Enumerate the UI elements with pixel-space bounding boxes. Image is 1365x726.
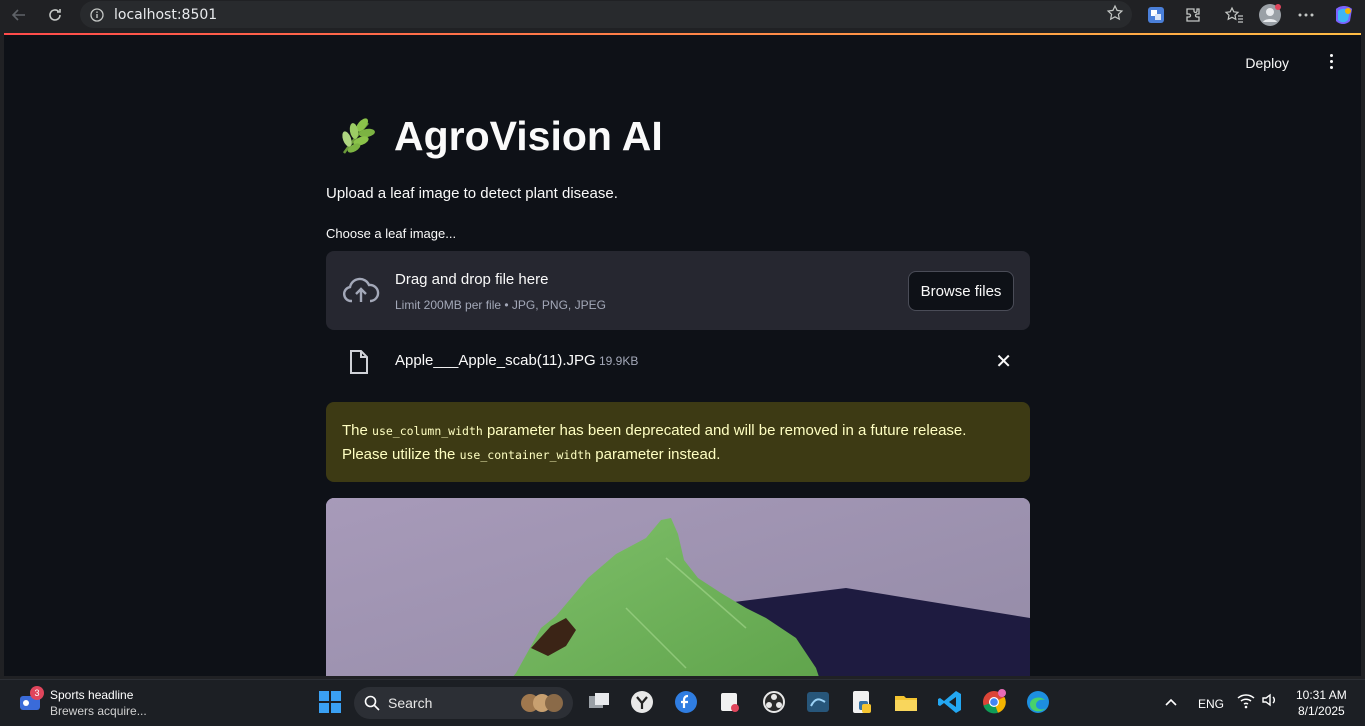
file-size: 19.9KB [599, 354, 639, 368]
uploader-label: Choose a leaf image... [326, 226, 457, 241]
reload-icon[interactable] [42, 2, 68, 28]
favorites-icon[interactable] [1224, 0, 1244, 30]
taskbar-search[interactable]: Search [354, 687, 573, 719]
app-subtitle: Upload a leaf image to detect plant dise… [326, 185, 618, 202]
remove-file-icon[interactable]: ✕ [995, 352, 1012, 372]
obs-icon[interactable] [760, 688, 788, 716]
mysql-workbench-icon[interactable] [804, 688, 832, 716]
warning-text-1: The [342, 422, 373, 439]
bookmark-star-icon[interactable] [1106, 4, 1124, 27]
herb-icon [342, 117, 375, 154]
uploaded-file-row: Apple___Apple_scab(11).JPG 19.9KB ✕ [326, 343, 1030, 383]
volume-icon[interactable] [1260, 690, 1288, 718]
info-icon [90, 7, 104, 22]
main-menu-icon[interactable] [1323, 51, 1339, 71]
dropzone-title: Drag and drop file here [395, 271, 549, 288]
search-placeholder: Search [388, 695, 433, 711]
app-title: AgroVision AI [394, 113, 663, 159]
file-icon [350, 350, 368, 374]
news-badge: 3 [30, 686, 44, 700]
profile-avatar-icon[interactable] [1258, 0, 1282, 30]
warning-text-3: parameter instead. [591, 446, 721, 463]
translate-icon[interactable] [1147, 0, 1165, 30]
browse-files-button[interactable]: Browse files [908, 271, 1014, 311]
news-title: Sports headline [50, 688, 134, 702]
extensions-icon[interactable] [1184, 0, 1202, 30]
search-highlight-icon [521, 694, 563, 712]
file-explorer-icon[interactable] [892, 688, 920, 716]
dropzone-limit: Limit 200MB per file • JPG, PNG, JPEG [395, 298, 606, 312]
page-title: AgroVision AI [334, 113, 663, 160]
deploy-button[interactable]: Deploy [1239, 53, 1295, 73]
back-icon[interactable] [6, 2, 32, 28]
task-view-icon[interactable] [585, 688, 613, 716]
app-viewport: Deploy AgroVision AI Upload a leaf image… [4, 33, 1361, 676]
search-icon [364, 695, 380, 711]
address-bar[interactable]: localhost:8501 [80, 1, 1132, 28]
edge-icon[interactable] [1024, 688, 1052, 716]
browser-toolbar: localhost:8501 [0, 0, 1365, 30]
cloud-upload-icon [342, 277, 380, 303]
clock-date[interactable]: 8/1/2025 [1298, 704, 1345, 718]
clock-time[interactable]: 10:31 AM [1296, 688, 1347, 702]
python-file-icon[interactable] [848, 688, 876, 716]
copilot-icon[interactable] [1332, 0, 1356, 30]
vscode-icon[interactable] [936, 688, 964, 716]
show-hidden-icons-icon[interactable] [1162, 688, 1190, 716]
more-menu-icon[interactable] [1297, 0, 1315, 30]
warning-code-2: use_container_width [459, 448, 592, 462]
taskbar: 3 Sports headline Brewers acquire... Sea… [0, 679, 1365, 726]
yandex-browser-icon[interactable] [628, 688, 656, 716]
start-button[interactable] [316, 688, 344, 716]
url-text: localhost:8501 [114, 6, 218, 23]
snipping-tool-icon[interactable] [716, 688, 744, 716]
fedora-icon[interactable] [672, 688, 700, 716]
uploaded-leaf-image [326, 498, 1030, 676]
header-decoration [4, 33, 1361, 35]
file-name: Apple___Apple_scab(11).JPG [395, 352, 596, 369]
news-subtitle: Brewers acquire... [50, 704, 147, 718]
language-indicator[interactable]: ENG [1198, 697, 1224, 711]
warning-code-1: use_column_width [372, 424, 483, 438]
file-dropzone[interactable]: Drag and drop file here Limit 200MB per … [326, 251, 1030, 330]
chrome-icon[interactable] [980, 688, 1008, 716]
deprecation-warning: The use_column_width parameter has been … [326, 402, 1030, 482]
